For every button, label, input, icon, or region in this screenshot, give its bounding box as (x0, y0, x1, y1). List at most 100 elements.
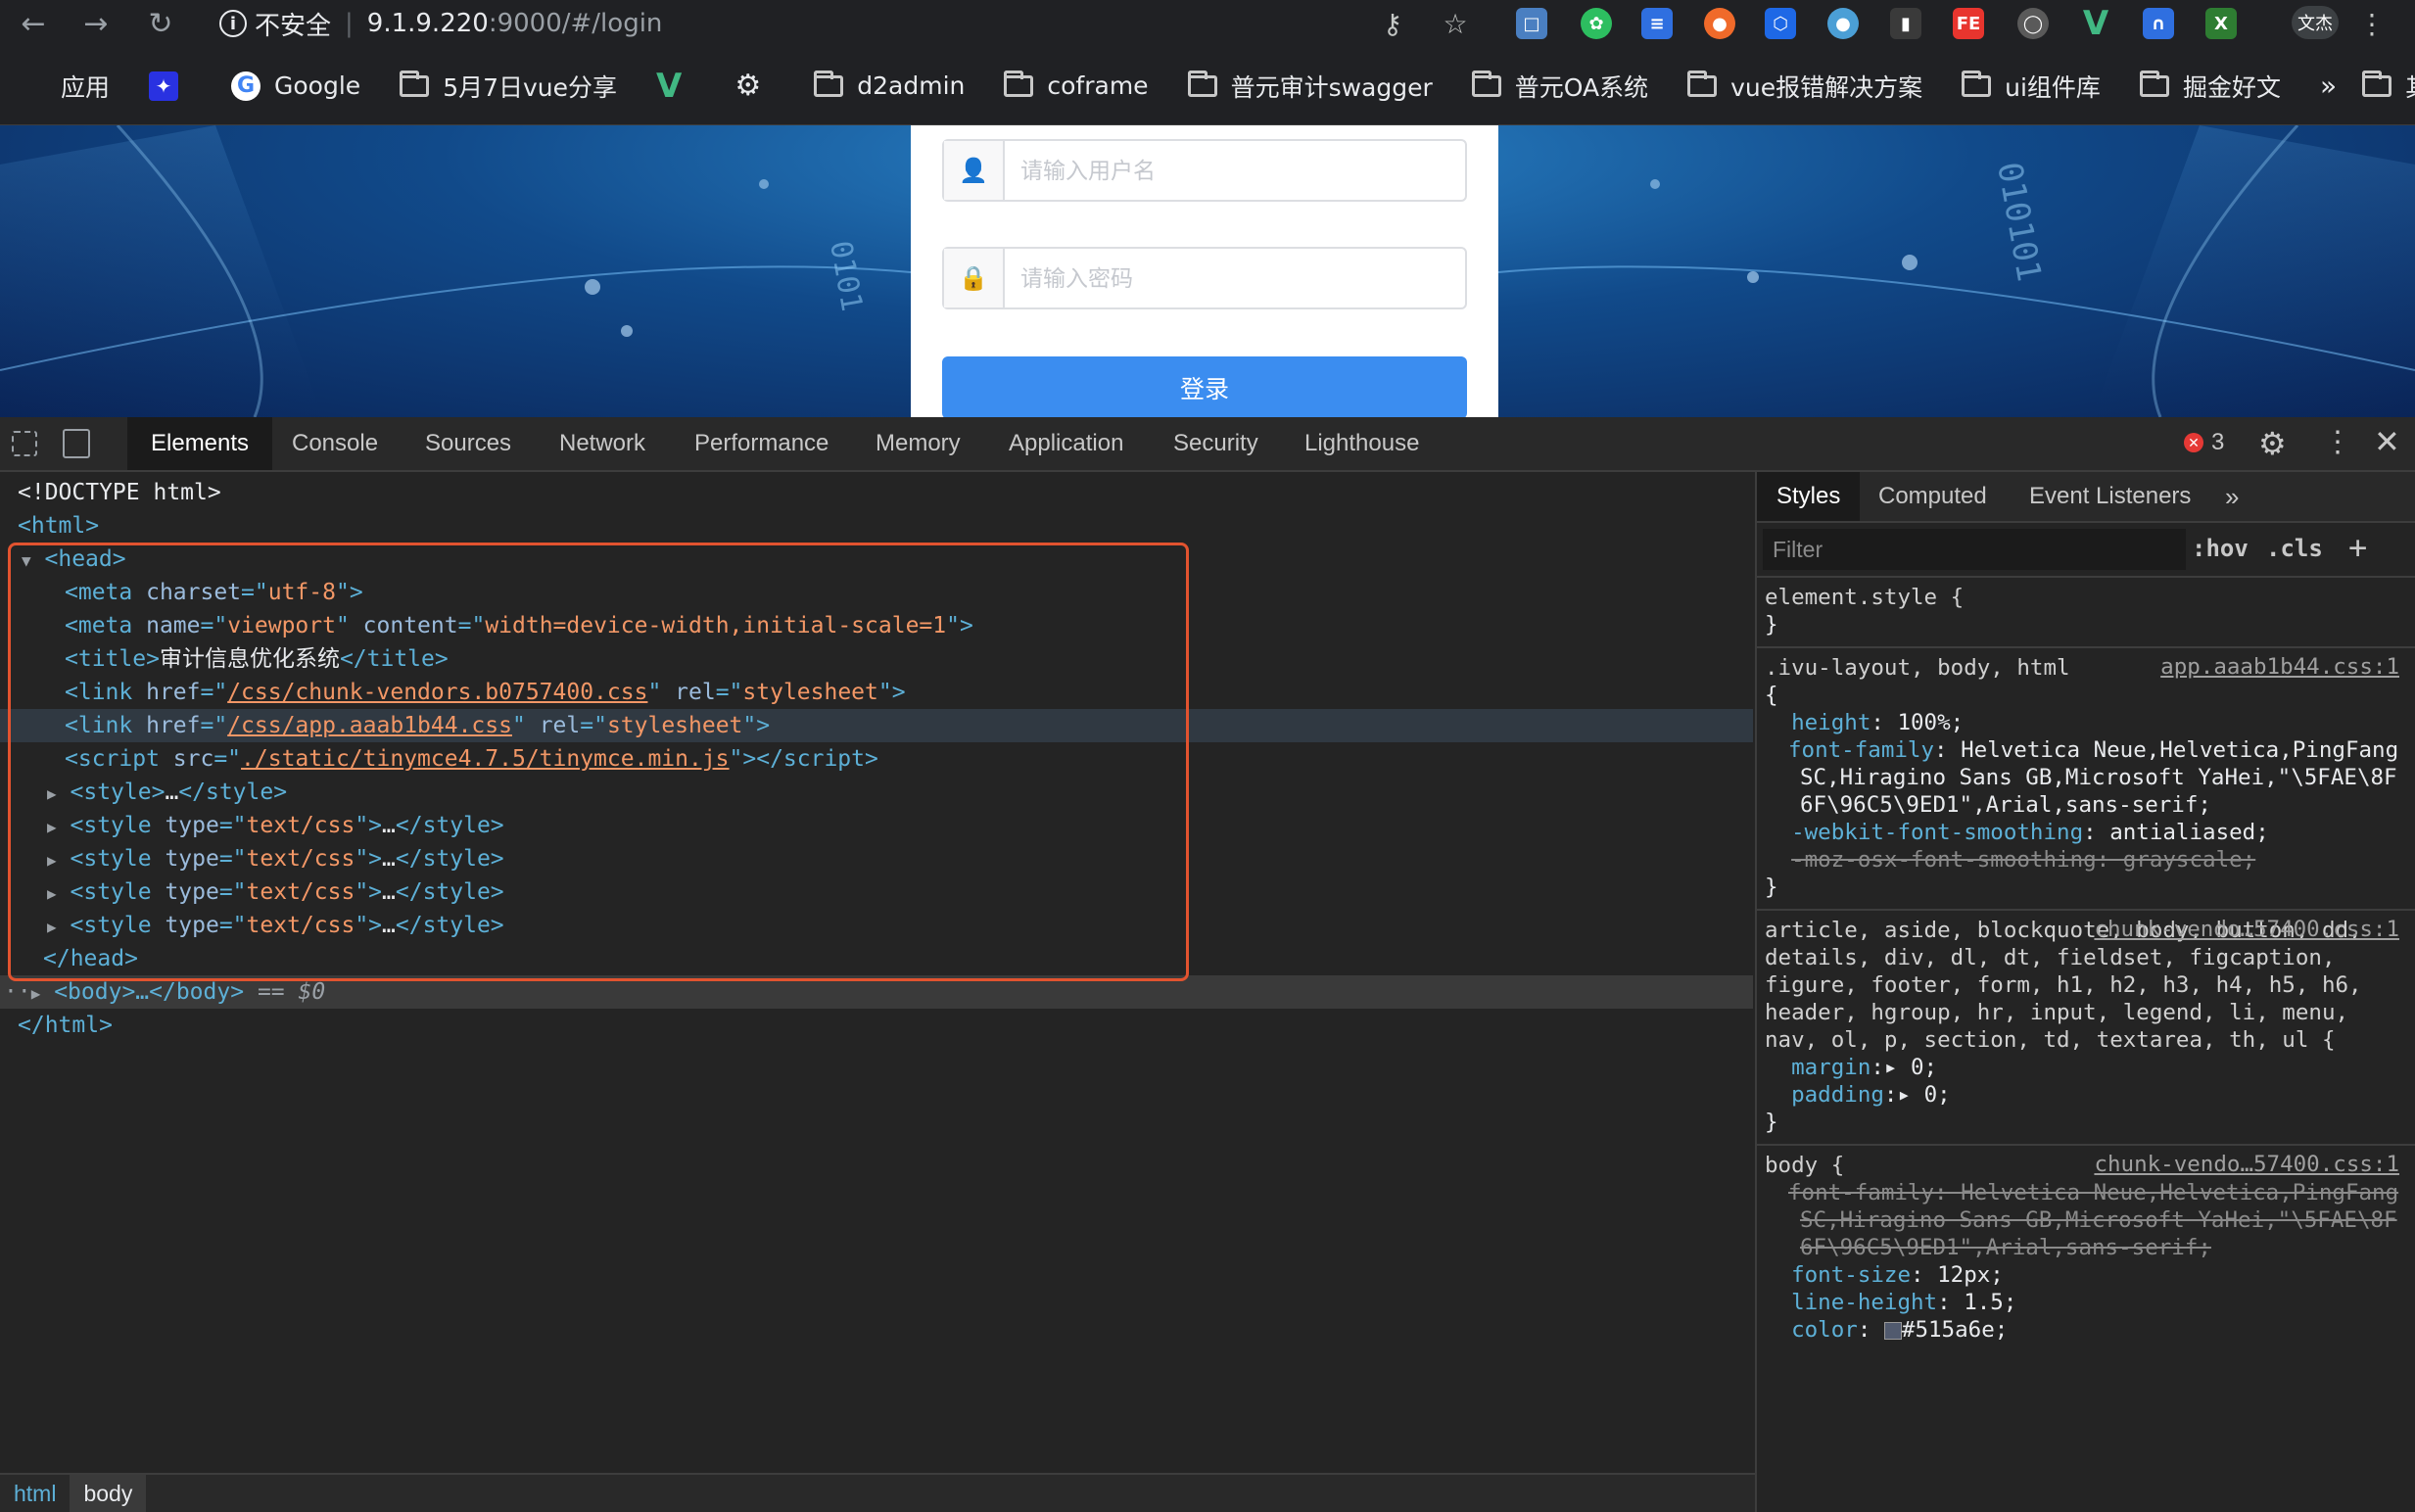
dom-style-2[interactable]: ▶ <style type="text/css">…</style> (47, 809, 1800, 842)
extension-icon-9[interactable]: ◯ (2017, 8, 2049, 39)
password-input[interactable] (1005, 249, 1465, 307)
extension-icon-4[interactable]: ● (1704, 8, 1735, 39)
tab-console[interactable]: Console (292, 417, 378, 470)
extension-icon-6[interactable]: ● (1827, 8, 1859, 39)
dom-link-vendors[interactable]: <link href="/css/chunk-vendors.b0757400.… (65, 676, 1818, 709)
tab-lighthouse[interactable]: Lighthouse (1304, 417, 1419, 470)
more-tabs-chevron-icon[interactable]: » (2225, 472, 2239, 521)
extension-icon-5[interactable]: ⬡ (1765, 8, 1796, 39)
collapse-triangle-icon: ▶ (47, 818, 57, 836)
rule-reset[interactable]: chunk-vendo…57400.css:1 article, aside, … (1757, 911, 2415, 1146)
tab-performance[interactable]: Performance (694, 417, 829, 470)
styles-pane: Styles Computed Event Listeners » :hov .… (1755, 472, 2415, 1512)
inspect-element-icon[interactable] (12, 431, 37, 456)
login-button[interactable]: 登录 (942, 356, 1467, 417)
dom-doctype[interactable]: <!DOCTYPE html> (18, 476, 1771, 509)
bookmark-google[interactable]: G Google (231, 71, 360, 101)
collapse-triangle-icon: ▶ (47, 851, 57, 870)
breadcrumb-body[interactable]: body (70, 1475, 147, 1512)
bookmark-apps[interactable]: 应用 (22, 69, 110, 104)
tab-memory[interactable]: Memory (876, 417, 961, 470)
rule-source-link[interactable]: chunk-vendo…57400.css:1 (2094, 917, 2399, 942)
bookmark-d2admin[interactable]: d2admin (814, 70, 965, 100)
close-devtools-icon[interactable]: ✕ (2374, 423, 2400, 460)
extension-icon-1[interactable]: □ (1516, 8, 1547, 39)
username-input[interactable] (1005, 141, 1465, 200)
rule-body[interactable]: chunk-vendo…57400.css:1 body { font-fami… (1757, 1146, 2415, 1351)
dom-head-close[interactable]: </head> (43, 942, 1796, 975)
reload-icon[interactable]: ↻ (141, 4, 180, 43)
rule-source-link[interactable]: app.aaab1b44.css:1 (2160, 654, 2399, 680)
browser-menu-icon[interactable]: ⋮ (2358, 6, 2386, 41)
dom-title[interactable]: <title>审计信息优化系统</title> (65, 642, 1818, 676)
bookmark-coframe[interactable]: coframe (1004, 70, 1149, 100)
rule-element-style[interactable]: element.style { } (1757, 578, 2415, 648)
info-icon[interactable]: i (219, 10, 247, 37)
folder-icon (1471, 70, 1501, 97)
bookmark-oa-system[interactable]: 普元OA系统 (1471, 69, 1648, 104)
security-label[interactable]: 不安全 (255, 6, 331, 42)
star-icon[interactable]: ☆ (1438, 6, 1473, 41)
hov-toggle[interactable]: :hov (2192, 535, 2249, 562)
dom-meta-viewport[interactable]: <meta name="viewport" content="width=dev… (65, 609, 1818, 642)
bookmark-ui-library[interactable]: ui组件库 (1962, 69, 2101, 104)
bookmark-juejin[interactable]: 掘金好文 (2139, 69, 2281, 104)
tab-event-listeners[interactable]: Event Listeners (2029, 472, 2191, 521)
bookmark-audit-swagger[interactable]: 普元审计swagger (1187, 69, 1433, 104)
devtools-menu-icon[interactable]: ⋮ (2323, 425, 2352, 459)
bookmarks-overflow-button[interactable]: » (2320, 70, 2337, 102)
new-rule-plus-icon[interactable]: + (2348, 529, 2367, 566)
evernote-icon[interactable]: ✿ (1581, 8, 1612, 39)
tab-sources[interactable]: Sources (425, 417, 511, 470)
vue-logo-icon: V (656, 66, 683, 106)
bookmarks-bar: 应用 ✦ G Google 5月7日vue分享 V ⚙ d2admin cofr… (0, 47, 2415, 125)
tab-security[interactable]: Security (1173, 417, 1258, 470)
dom-style-1[interactable]: ▶ <style>…</style> (47, 776, 1800, 809)
tab-styles[interactable]: Styles (1757, 472, 1861, 521)
tab-application[interactable]: Application (1009, 417, 1123, 470)
bookmark-vue-errors[interactable]: vue报错解决方案 (1687, 69, 1922, 104)
bookmark-settings[interactable]: ⚙ (734, 69, 775, 103)
tab-network[interactable]: Network (559, 417, 645, 470)
bookmark-vue-share[interactable]: 5月7日vue分享 (400, 69, 617, 104)
dom-link-app[interactable]: <link href="/css/app.aaab1b44.css" rel="… (0, 709, 1753, 742)
folder-icon (1962, 70, 1992, 97)
profile-avatar[interactable]: 文杰 (2292, 6, 2339, 39)
dom-meta-charset[interactable]: <meta charset="utf-8"> (65, 576, 1818, 609)
address-bar[interactable]: i 不安全 | 9.1.9.220:9000/#/login (219, 4, 1481, 43)
back-arrow-icon[interactable]: ← (14, 4, 53, 43)
dom-head-node[interactable]: ▼ <head> (22, 543, 1775, 576)
rule-ivu-layout[interactable]: app.aaab1b44.css:1 .ivu-layout, body, ht… (1757, 648, 2415, 911)
bookmark-baidu[interactable]: ✦ (149, 71, 192, 101)
fe-extension-icon[interactable]: FE (1953, 8, 1984, 39)
devtools-tab-bar: Elements Console Sources Network Perform… (0, 417, 2415, 472)
folder-icon (2139, 70, 2169, 97)
bookmark-other[interactable]: 其他书签 (2362, 69, 2415, 104)
dom-script-tinymce[interactable]: <script src="./static/tinymce4.7.5/tinym… (65, 742, 1818, 776)
forward-arrow-icon[interactable]: → (76, 4, 116, 43)
bookmark-vue-logo[interactable]: V (656, 67, 695, 106)
page-viewport: 0101 010101 👤 🔒 登录 (0, 125, 2415, 417)
dom-html-close[interactable]: </html> (18, 1009, 1771, 1042)
tab-computed[interactable]: Computed (1878, 472, 1987, 521)
extension-icon-7[interactable]: ▮ (1890, 8, 1921, 39)
dom-style-3[interactable]: ▶ <style type="text/css">…</style> (47, 842, 1800, 875)
extension-icon-11[interactable]: ∩ (2143, 8, 2174, 39)
excel-icon[interactable]: X (2205, 8, 2237, 39)
rule-source-link[interactable]: chunk-vendo…57400.css:1 (2094, 1152, 2399, 1177)
error-badge[interactable]: ✕ 3 (2184, 429, 2224, 456)
dom-style-5[interactable]: ▶ <style type="text/css">…</style> (47, 909, 1800, 942)
dom-style-4[interactable]: ▶ <style type="text/css">…</style> (47, 875, 1800, 909)
tab-elements[interactable]: Elements (127, 417, 273, 470)
extension-icon-3[interactable]: ≡ (1641, 8, 1673, 39)
breadcrumb-html[interactable]: html (0, 1475, 70, 1512)
cls-toggle[interactable]: .cls (2266, 535, 2323, 562)
key-icon[interactable]: ⚷ (1375, 6, 1410, 41)
vue-devtools-icon[interactable]: V (2080, 4, 2111, 43)
styles-filter-input[interactable] (1763, 529, 2186, 570)
device-toolbar-icon[interactable] (63, 429, 90, 458)
dom-html-open[interactable]: <html> (18, 509, 1771, 543)
settings-gear-icon[interactable]: ⚙ (2258, 425, 2287, 462)
color-swatch[interactable] (1883, 1321, 1902, 1340)
dom-body-node[interactable]: ··▶ <body>…</body> == $0 (0, 975, 1753, 1009)
